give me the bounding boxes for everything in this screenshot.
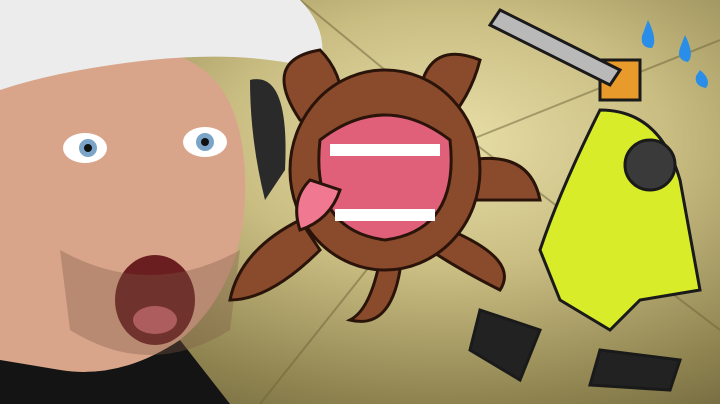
boot-left	[468, 308, 542, 383]
gas-mask	[623, 138, 677, 192]
chainsaw-blade	[487, 8, 623, 87]
sweat-droplets-icon	[641, 20, 708, 88]
boot-right	[588, 348, 683, 392]
thumbnail-artwork	[0, 0, 720, 404]
headphones	[250, 79, 286, 200]
reacting-person	[0, 0, 323, 404]
tentacle-monster	[228, 48, 542, 323]
